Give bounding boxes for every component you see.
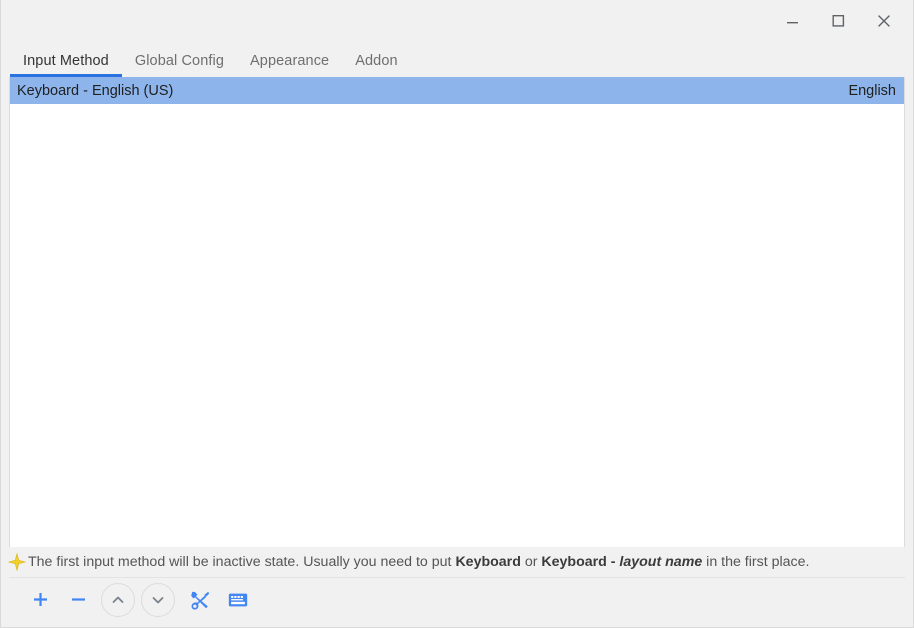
sparkle-star-icon — [8, 553, 26, 571]
fcitx-config-window: Input Method Global Config Appearance Ad… — [0, 0, 914, 628]
tab-input-method[interactable]: Input Method — [10, 52, 122, 78]
minus-icon — [71, 598, 85, 601]
keyboard-icon — [228, 593, 248, 606]
bottom-toolbar — [9, 577, 905, 621]
status-bold-keyboard: Keyboard — [455, 554, 521, 570]
tab-label: Appearance — [250, 52, 330, 69]
tab-addon[interactable]: Addon — [342, 52, 410, 78]
input-method-list[interactable]: Keyboard - English (US) English — [9, 77, 905, 547]
window-controls — [769, 0, 913, 41]
close-icon — [878, 14, 890, 27]
status-text-2: or — [520, 554, 542, 570]
title-bar — [1, 0, 913, 41]
tools-icon — [191, 591, 210, 610]
chevron-up-icon — [112, 596, 124, 603]
add-input-method-button[interactable] — [25, 585, 55, 615]
move-up-button[interactable] — [101, 582, 135, 617]
chevron-down-icon — [152, 596, 164, 603]
tab-label: Global Config — [134, 52, 225, 69]
status-bold-keyboard-layout: Keyboard - — [541, 554, 620, 570]
remove-input-method-button[interactable] — [63, 585, 93, 615]
input-method-name: Keyboard - English (US) — [17, 82, 174, 99]
tab-label: Input Method — [23, 52, 109, 69]
status-hint-text: The first input method will be inactive … — [28, 554, 809, 570]
status-text-1: The first input method will be inactive … — [28, 554, 456, 570]
tab-bar: Input Method Global Config Appearance Ad… — [1, 41, 913, 77]
move-down-button[interactable] — [141, 582, 175, 617]
minimize-icon — [786, 22, 798, 24]
plus-icon — [33, 593, 47, 606]
maximize-button[interactable] — [815, 5, 861, 37]
list-item[interactable]: Keyboard - English (US) English — [10, 77, 904, 104]
close-button[interactable] — [861, 5, 907, 37]
input-method-language: English — [848, 82, 896, 99]
minimize-button[interactable] — [769, 5, 815, 37]
status-hint-bar: The first input method will be inactive … — [1, 547, 913, 577]
configure-input-method-button[interactable] — [185, 585, 215, 615]
status-italic-layout-name: layout name — [619, 554, 703, 570]
status-text-3: in the first place. — [702, 554, 810, 570]
tab-label: Addon — [355, 52, 398, 69]
maximize-icon — [832, 15, 844, 27]
virtual-keyboard-button[interactable] — [223, 585, 253, 615]
tab-global-config[interactable]: Global Config — [122, 52, 237, 78]
tab-appearance[interactable]: Appearance — [237, 52, 342, 78]
